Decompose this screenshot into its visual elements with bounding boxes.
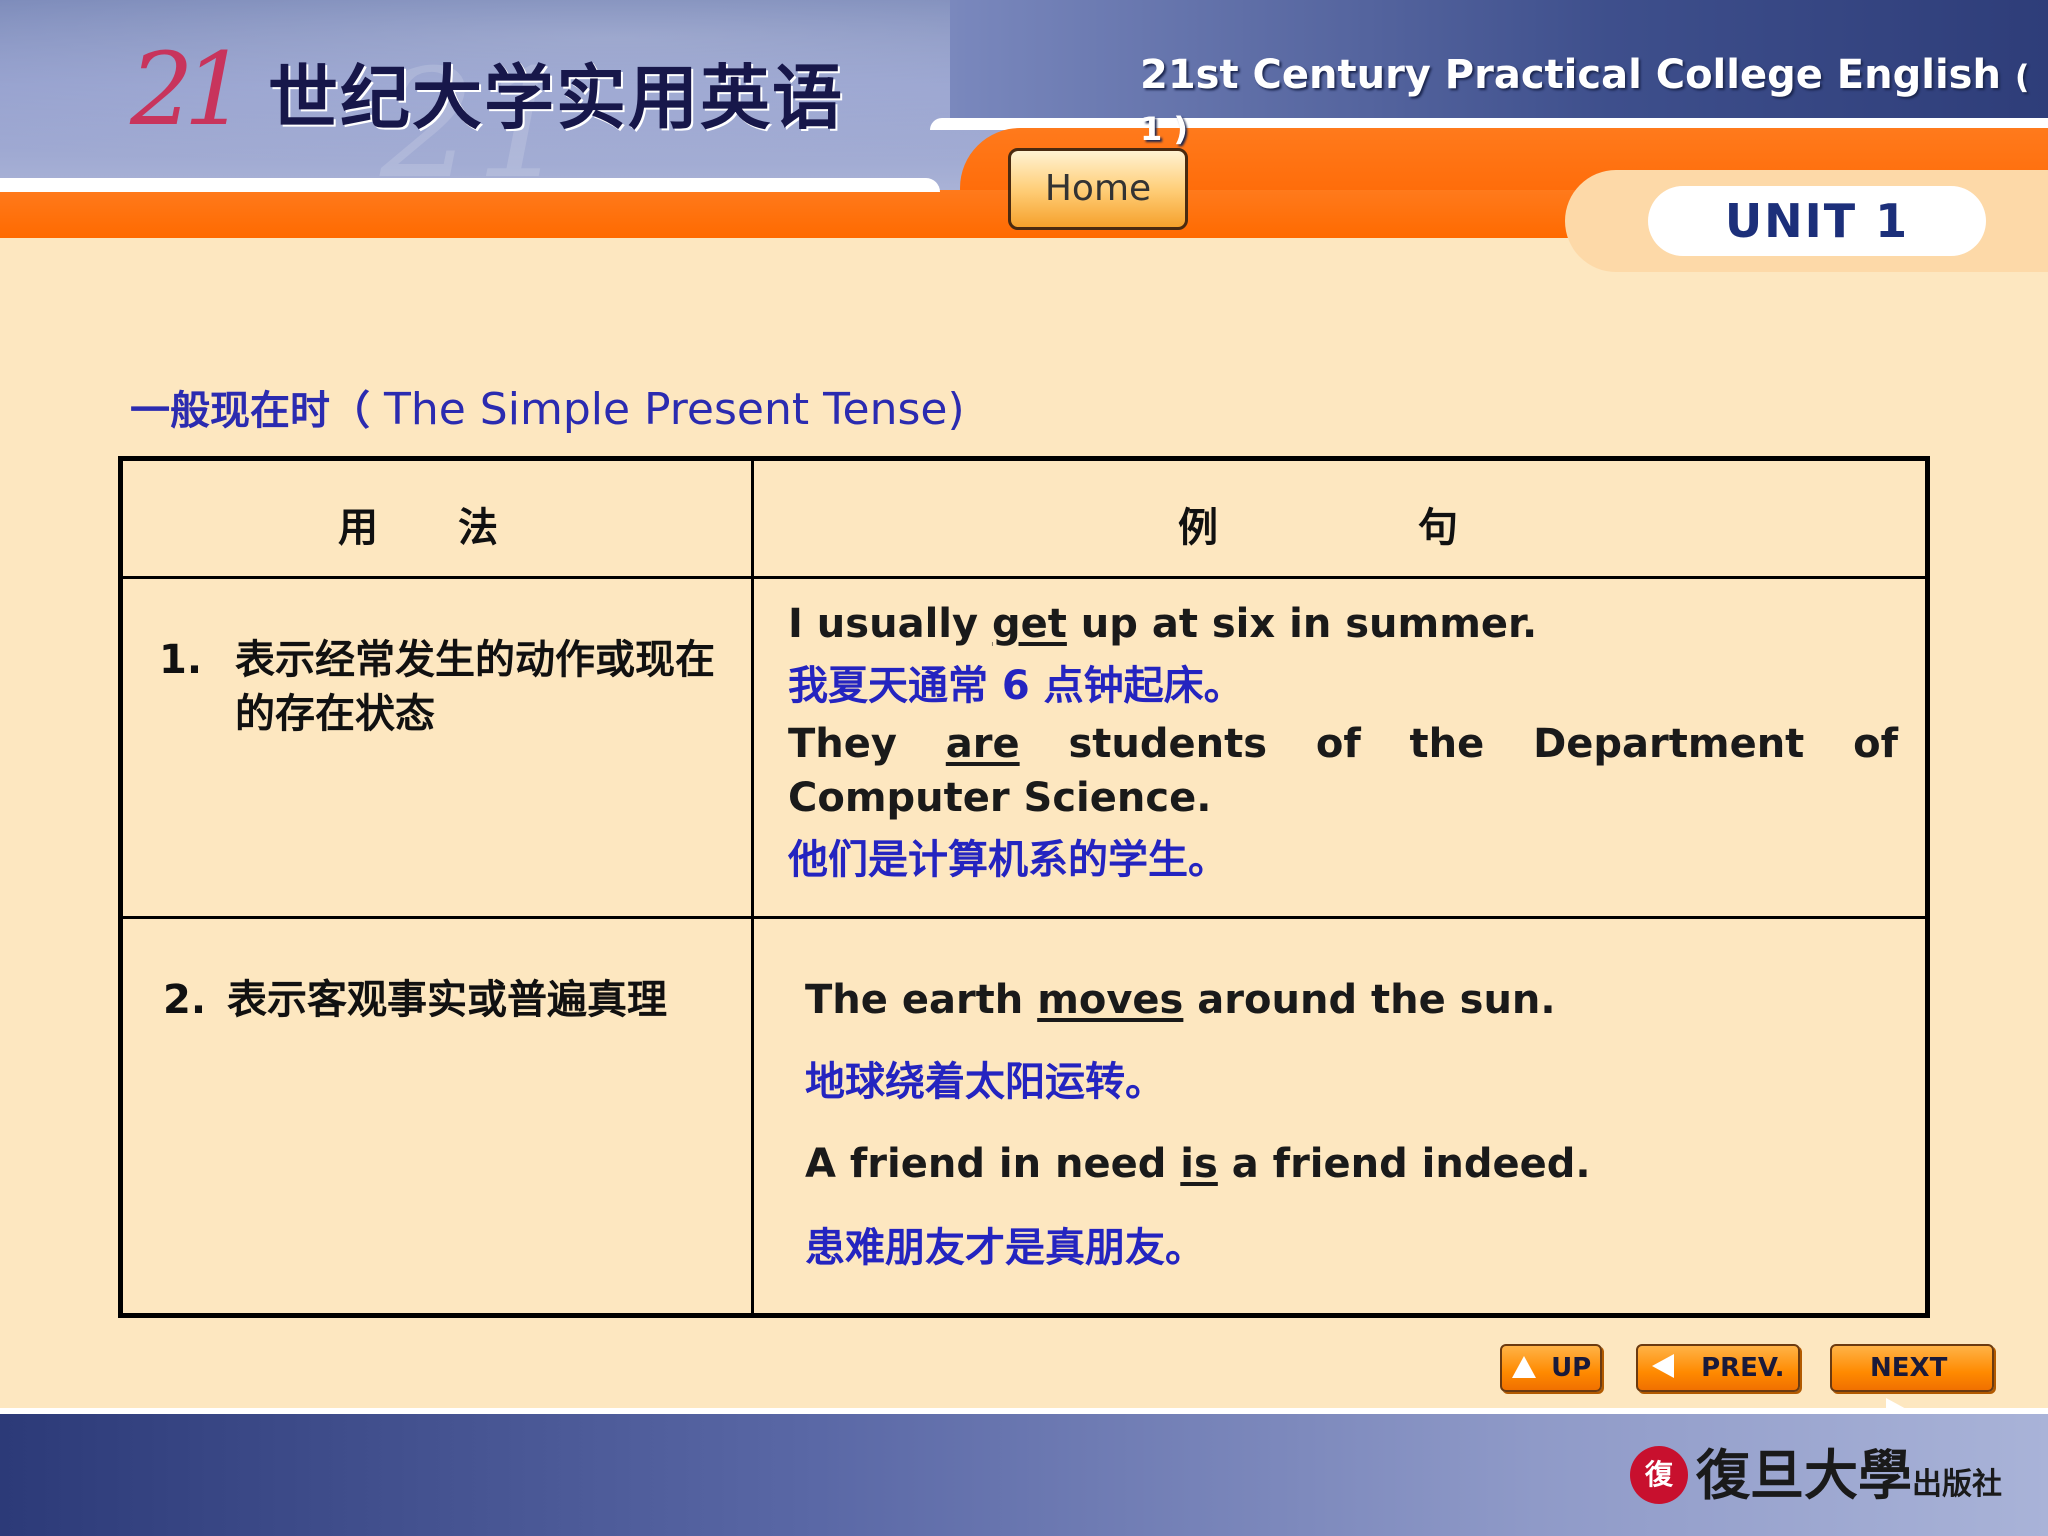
usage-text: 表示客观事实或普遍真理 bbox=[227, 977, 667, 1023]
example-cn: 患难朋友才是真朋友。 bbox=[805, 1225, 1205, 1271]
example-en-text: A friend in need bbox=[805, 1141, 1181, 1187]
up-button[interactable]: UP bbox=[1500, 1344, 1602, 1392]
example-cn: 他们是计算机系的学生。 bbox=[788, 837, 1228, 883]
logo-21: 21 bbox=[130, 31, 247, 148]
usage-number: 1. bbox=[159, 637, 203, 683]
example-en-text: I usually bbox=[788, 601, 992, 647]
table-divider-row bbox=[123, 916, 1925, 919]
example-en: A friend in need is a friend indeed. bbox=[805, 1137, 1591, 1191]
example-en: The earth moves around the sun. bbox=[805, 973, 1556, 1027]
arrow-up-icon bbox=[1512, 1356, 1536, 1378]
next-label: NEXT bbox=[1870, 1353, 1948, 1383]
course-title-en-text: 21st Century Practical College English bbox=[1140, 52, 2001, 98]
example-en-text: They bbox=[788, 721, 946, 767]
course-title-cn: 世纪大学实用英语 bbox=[268, 57, 844, 139]
publisher-seal-icon: 復 bbox=[1630, 1446, 1688, 1504]
example-en-text: around the sun. bbox=[1183, 977, 1556, 1023]
arrow-left-icon bbox=[1652, 1354, 1674, 1378]
prev-button[interactable]: PREV. bbox=[1636, 1344, 1800, 1392]
section-title-en: The Simple Present Tense bbox=[370, 384, 948, 435]
course-title-en: 21st Century Practical College English (… bbox=[1140, 50, 2048, 154]
header-examples: 例 句 bbox=[1178, 505, 1458, 551]
publisher-suffix: 出版社 bbox=[1912, 1467, 2002, 1502]
example-cn: 地球绕着太阳运转。 bbox=[805, 1059, 1165, 1105]
up-label: UP bbox=[1551, 1353, 1592, 1383]
home-button[interactable]: Home bbox=[1008, 148, 1188, 230]
example-en-text: The earth bbox=[805, 977, 1038, 1023]
example-en-text: up at six in summer. bbox=[1066, 601, 1538, 647]
grammar-table: 用 法 例 句 1. 表示经常发生的动作或现在的存在状态 I usually g… bbox=[118, 456, 1930, 1318]
header-usage: 用 法 bbox=[338, 505, 498, 551]
section-title: 一般现在时（ The Simple Present Tense) bbox=[130, 380, 965, 441]
example-verb: get bbox=[991, 601, 1067, 647]
example-verb: are bbox=[945, 721, 1020, 767]
table-divider-header bbox=[123, 576, 1925, 579]
section-title-cn: 一般现在时（ bbox=[130, 388, 370, 434]
unit-label: UNIT 1 bbox=[1648, 186, 1986, 256]
publisher-name: 復旦大學 bbox=[1696, 1443, 1912, 1507]
section-title-close: ) bbox=[947, 384, 965, 435]
example-en: They are students of the Department of C… bbox=[788, 717, 1898, 825]
table-divider-vertical bbox=[751, 461, 754, 1313]
next-button[interactable]: NEXT bbox=[1830, 1344, 1994, 1422]
publisher-logo: 復旦大學出版社 bbox=[1696, 1440, 2002, 1520]
example-verb: is bbox=[1180, 1141, 1218, 1187]
prev-label: PREV. bbox=[1701, 1353, 1785, 1383]
example-en-text: a friend indeed. bbox=[1217, 1141, 1591, 1187]
usage-text: 表示经常发生的动作或现在的存在状态 bbox=[235, 637, 715, 737]
example-cn: 我夏天通常 6 点钟起床。 bbox=[788, 663, 1244, 709]
usage-number: 2. bbox=[163, 977, 207, 1023]
example-verb: moves bbox=[1037, 977, 1184, 1023]
example-en: I usually get up at six in summer. bbox=[788, 597, 1898, 651]
